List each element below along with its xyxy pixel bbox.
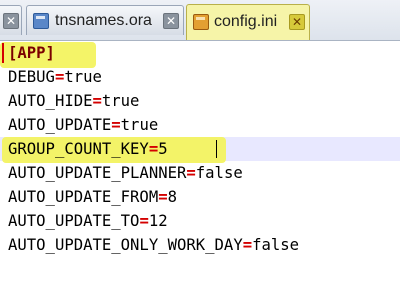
key: AUTO_UPDATE_FROM [8, 188, 159, 206]
key: GROUP_COUNT_KEY [8, 140, 149, 158]
equals: = [92, 92, 102, 110]
key: AUTO_UPDATE_TO [8, 212, 140, 230]
value: true [64, 68, 102, 86]
line-7: AUTO_UPDATE_FROM=8 [0, 185, 400, 209]
tab-config[interactable]: config.ini ✕ [186, 4, 310, 40]
value: 5 [158, 140, 168, 158]
equals: = [111, 116, 121, 134]
value: false [252, 236, 300, 254]
close-icon[interactable]: ✕ [3, 13, 19, 29]
line-8: AUTO_UPDATE_TO=12 [0, 209, 400, 233]
close-icon[interactable]: ✕ [163, 13, 179, 29]
equals: = [158, 188, 168, 206]
line-1: [APP] [0, 41, 400, 65]
close-icon[interactable]: ✕ [289, 14, 305, 30]
value: true [101, 92, 140, 110]
line-9: AUTO_UPDATE_ONLY_WORK_DAY=false [0, 233, 400, 257]
tab-label: tnsnames.ora [55, 12, 152, 29]
value: true [120, 116, 159, 134]
line-5: GROUP_COUNT_KEY=5 [0, 137, 400, 161]
equals: = [148, 140, 159, 158]
value: false [195, 164, 243, 182]
key: AUTO_UPDATE_PLANNER [8, 164, 187, 182]
line-6: AUTO_UPDATE_PLANNER=false [0, 161, 400, 185]
equals: = [54, 68, 65, 86]
tab-tnsnames[interactable]: tnsnames.ora ✕ [26, 5, 184, 35]
key: DEBUG [8, 68, 55, 86]
key: AUTO_HIDE [8, 92, 93, 110]
equals: = [242, 236, 253, 254]
value: 12 [148, 212, 168, 230]
tab-label: config.ini [214, 13, 278, 30]
line-3: AUTO_HIDE=true [0, 89, 400, 113]
text-editor[interactable]: [APP] DEBUG=true AUTO_HIDE=true AUTO_UPD… [0, 41, 400, 260]
section-header: [APP] [8, 44, 55, 62]
value: 8 [167, 188, 177, 206]
line-2: DEBUG=true [0, 65, 400, 89]
file-icon [33, 13, 49, 29]
text-caret [216, 140, 217, 158]
key: AUTO_UPDATE [8, 116, 112, 134]
equals: = [186, 164, 196, 182]
line-4: AUTO_UPDATE=true [0, 113, 400, 137]
tab-partial[interactable]: ✕ [0, 5, 22, 35]
equals: = [139, 212, 149, 230]
bracket-marker [2, 43, 4, 63]
key: AUTO_UPDATE_ONLY_WORK_DAY [8, 236, 243, 254]
tab-bar: ✕ tnsnames.ora ✕ config.ini ✕ [0, 0, 400, 41]
file-icon [193, 14, 209, 30]
